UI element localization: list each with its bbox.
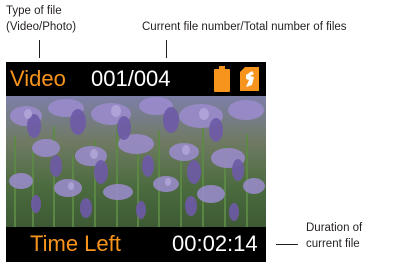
leader-line-duration — [276, 244, 298, 245]
file-counter: 001/004 — [91, 66, 171, 91]
callout-duration-label-line2: current file — [306, 238, 360, 250]
duration-value: 00:02:14 — [172, 231, 258, 256]
leader-line-file-type — [39, 40, 40, 58]
status-bar: Video 001/004 — [6, 62, 266, 96]
file-type-indicator: Video — [10, 66, 66, 91]
time-bar: Time Left 00:02:14 — [6, 227, 266, 262]
callout-file-count-label: Current file number/Total number of file… — [142, 21, 347, 33]
callout-duration-label-line1: Duration of — [306, 222, 363, 234]
time-left-label: Time Left — [30, 231, 121, 256]
memory-card-icon — [240, 67, 259, 91]
lavender-field-photo — [6, 96, 266, 227]
device-screen: Video 001/004 Time Left 00:02:14 — [6, 62, 266, 262]
callout-file-type-label: Type of file — [6, 5, 62, 17]
callout-file-type-options: (Video/Photo) — [6, 21, 77, 33]
battery-icon — [214, 66, 230, 92]
leader-line-file-count — [166, 40, 167, 58]
